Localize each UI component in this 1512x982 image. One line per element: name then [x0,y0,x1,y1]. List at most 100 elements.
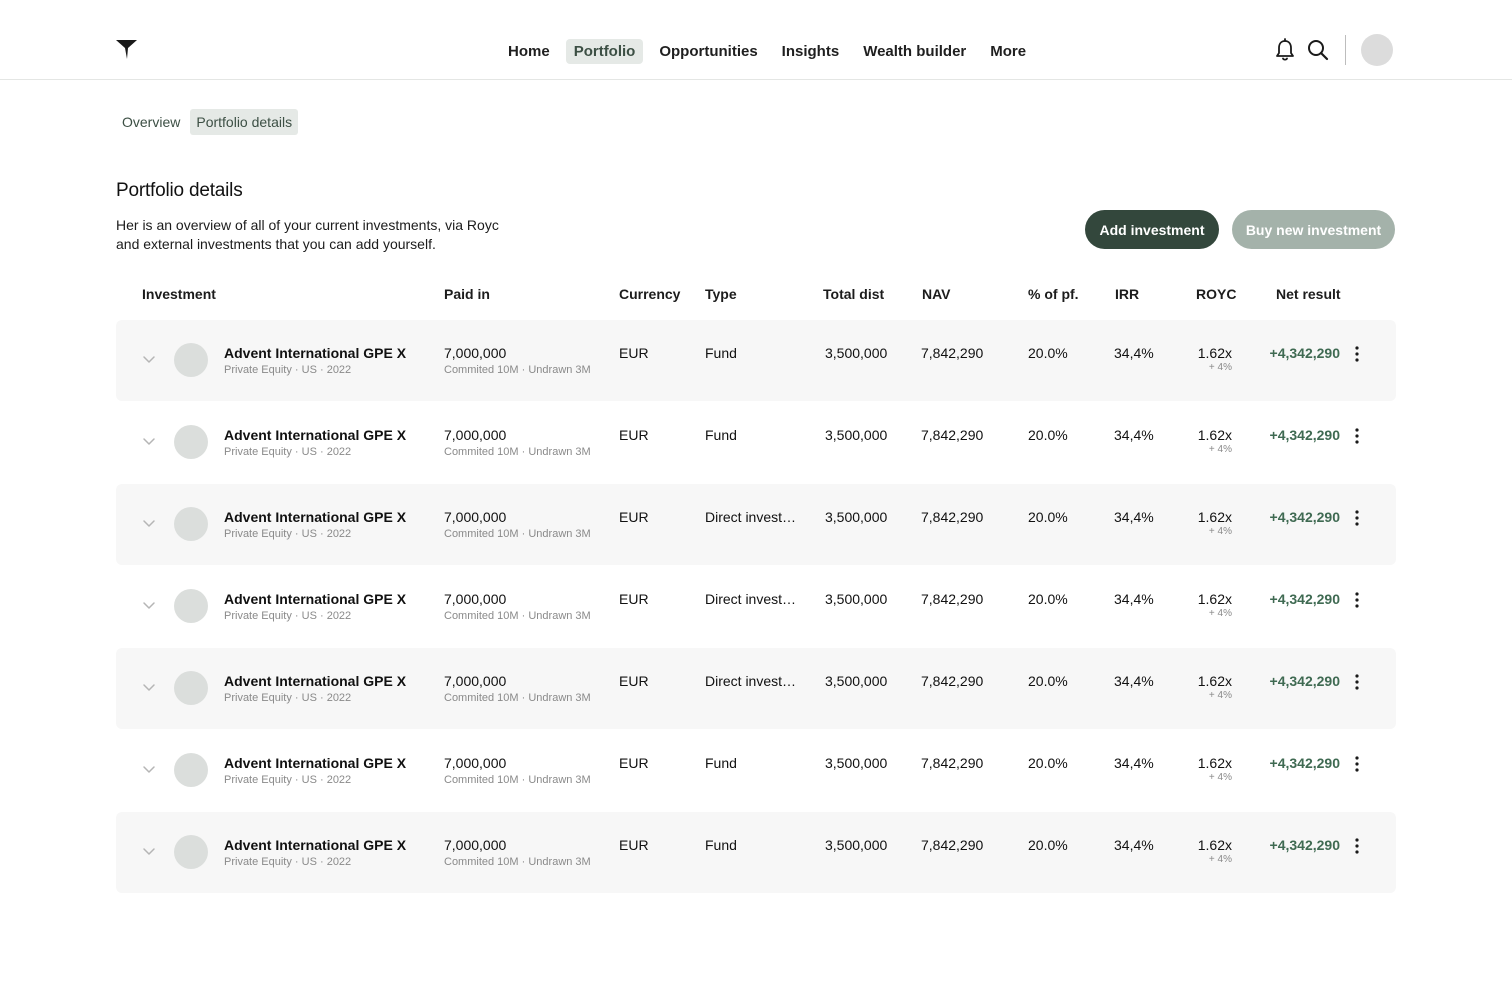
nav-item-wealth-builder[interactable]: Wealth builder [855,39,974,64]
currency-value: EUR [619,591,649,607]
chevron-down-icon[interactable] [142,764,156,774]
column-header-currency[interactable]: Currency [619,286,680,302]
column-header-investment[interactable]: Investment [142,286,216,302]
column-header-net-result[interactable]: Net result [1276,286,1341,302]
investment-meta: Private Equity · US · 2022 [224,446,352,458]
paid-in-detail: Commited 10M · Undrawn 3M [444,692,591,704]
more-vertical-icon[interactable] [1352,427,1362,445]
paid-in-detail: Commited 10M · Undrawn 3M [444,610,591,622]
pct-pf-value: 20.0% [1028,837,1068,853]
irr-value: 34,4% [1114,427,1154,443]
pct-pf-value: 20.0% [1028,509,1068,525]
net-result-value: +4,342,290 [1269,509,1340,525]
investment-name[interactable]: Advent International GPE X [224,427,406,443]
paid-in-value: 7,000,000 [444,673,507,689]
investment-meta: Private Equity · US · 2022 [224,856,352,868]
investment-logo [174,507,208,541]
search-icon[interactable] [1307,38,1329,62]
nav-item-opportunities[interactable]: Opportunities [651,39,765,64]
royc-value: 1.62x [1197,345,1232,361]
royc-value: 1.62x [1197,509,1232,525]
investment-name[interactable]: Advent International GPE X [224,345,406,361]
investment-meta: Private Equity · US · 2022 [224,774,352,786]
royc-value: 1.62x [1197,427,1232,443]
nav-value: 7,842,290 [921,345,984,361]
total-dist-value: 3,500,000 [825,755,888,771]
paid-in-detail: Commited 10M · Undrawn 3M [444,856,591,868]
table-row[interactable]: Advent International GPE X Private Equit… [116,566,1396,647]
investment-name[interactable]: Advent International GPE X [224,755,406,771]
more-vertical-icon[interactable] [1352,591,1362,609]
chevron-down-icon[interactable] [142,682,156,692]
more-vertical-icon[interactable] [1352,345,1362,363]
nav-value: 7,842,290 [921,591,984,607]
type-value: Fund [705,427,737,443]
column-header-pct-pf[interactable]: % of pf. [1028,286,1079,302]
paid-in-value: 7,000,000 [444,427,507,443]
logo-funnel-icon[interactable] [116,38,138,60]
paid-in-detail: Commited 10M · Undrawn 3M [444,364,591,376]
user-avatar[interactable] [1361,34,1393,66]
chevron-down-icon[interactable] [142,436,156,446]
chevron-down-icon[interactable] [142,354,156,364]
currency-value: EUR [619,837,649,853]
currency-value: EUR [619,755,649,771]
bell-icon[interactable] [1274,38,1296,62]
royc-change: + 4% [1208,444,1232,455]
chevron-down-icon[interactable] [142,846,156,856]
column-header-irr[interactable]: IRR [1115,286,1139,302]
investment-meta: Private Equity · US · 2022 [224,692,352,704]
table-row[interactable]: Advent International GPE X Private Equit… [116,730,1396,811]
type-value: Fund [705,837,737,853]
investment-logo [174,343,208,377]
column-header-royc[interactable]: ROYC [1196,286,1236,302]
net-result-value: +4,342,290 [1269,837,1340,853]
pct-pf-value: 20.0% [1028,591,1068,607]
table-row[interactable]: Advent International GPE X Private Equit… [116,648,1396,729]
nav-value: 7,842,290 [921,755,984,771]
investment-logo [174,425,208,459]
investment-meta: Private Equity · US · 2022 [224,364,352,376]
investment-name[interactable]: Advent International GPE X [224,591,406,607]
tab-overview[interactable]: Overview [116,109,186,135]
paid-in-detail: Commited 10M · Undrawn 3M [444,774,591,786]
column-header-type[interactable]: Type [705,286,737,302]
nav-item-home[interactable]: Home [500,39,558,64]
currency-value: EUR [619,509,649,525]
royc-change: + 4% [1208,362,1232,373]
table-row[interactable]: Advent International GPE X Private Equit… [116,320,1396,401]
column-header-paid-in[interactable]: Paid in [444,286,490,302]
more-vertical-icon[interactable] [1352,755,1362,773]
net-result-value: +4,342,290 [1269,427,1340,443]
paid-in-detail: Commited 10M · Undrawn 3M [444,446,591,458]
more-vertical-icon[interactable] [1352,837,1362,855]
chevron-down-icon[interactable] [142,518,156,528]
table-row[interactable]: Advent International GPE X Private Equit… [116,812,1396,893]
table-row[interactable]: Advent International GPE X Private Equit… [116,484,1396,565]
irr-value: 34,4% [1114,345,1154,361]
tab-portfolio-details[interactable]: Portfolio details [190,109,299,135]
royc-change: + 4% [1208,608,1232,619]
investment-name[interactable]: Advent International GPE X [224,837,406,853]
add-investment-button[interactable]: Add investment [1085,210,1219,249]
page-description: Her is an overview of all of your curren… [116,217,499,252]
column-header-total-dist[interactable]: Total dist [823,286,884,302]
table-row[interactable]: Advent International GPE X Private Equit… [116,402,1396,483]
nav-value: 7,842,290 [921,509,984,525]
irr-value: 34,4% [1114,591,1154,607]
nav-item-insights[interactable]: Insights [774,39,848,64]
investment-name[interactable]: Advent International GPE X [224,509,406,525]
nav-item-more[interactable]: More [982,39,1034,64]
buy-new-investment-button[interactable]: Buy new investment [1232,210,1395,249]
chevron-down-icon[interactable] [142,600,156,610]
investment-name[interactable]: Advent International GPE X [224,673,406,689]
more-vertical-icon[interactable] [1352,509,1362,527]
column-header-nav[interactable]: NAV [922,286,951,302]
pct-pf-value: 20.0% [1028,427,1068,443]
royc-value: 1.62x [1197,591,1232,607]
nav-value: 7,842,290 [921,427,984,443]
nav-item-portfolio[interactable]: Portfolio [565,38,644,64]
currency-value: EUR [619,345,649,361]
investment-logo [174,753,208,787]
more-vertical-icon[interactable] [1352,673,1362,691]
